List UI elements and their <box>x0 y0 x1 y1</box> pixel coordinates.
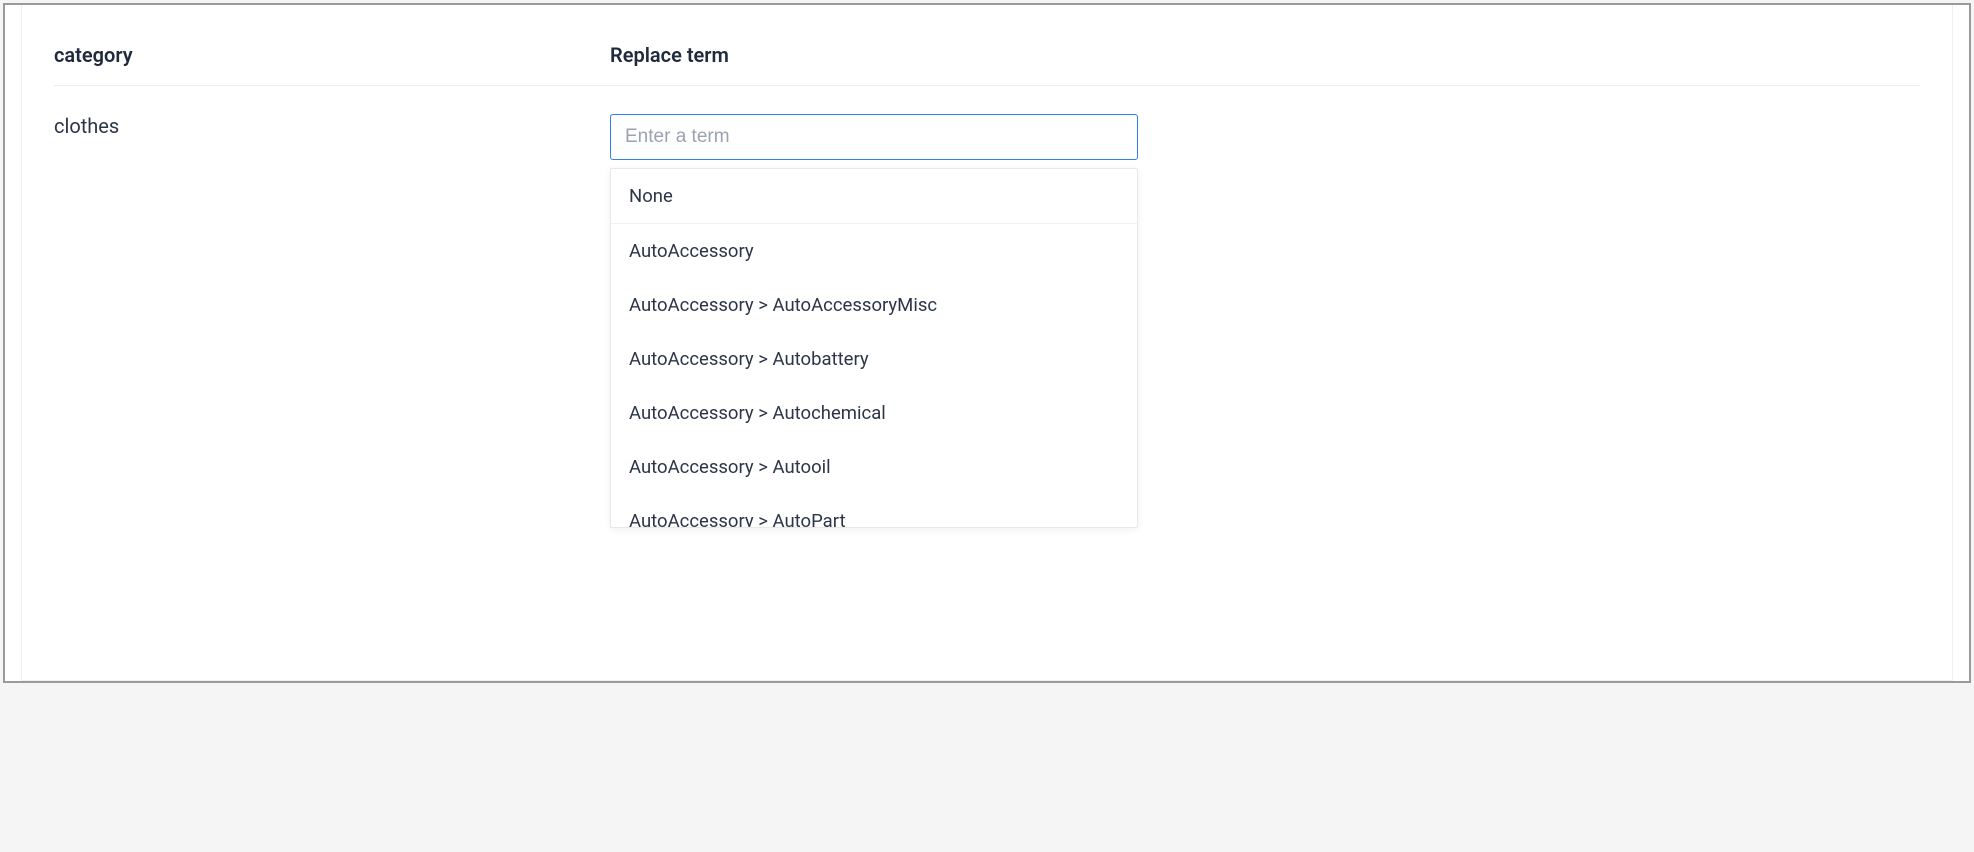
table-row: clothes None AutoAccessory AutoAccessory… <box>54 86 1920 160</box>
content-area: category Replace term clothes None <box>22 19 1952 160</box>
dropdown-option[interactable]: AutoAccessory > Autooil <box>611 440 1137 494</box>
table-header-row: category Replace term <box>54 19 1920 86</box>
dropdown-option[interactable]: AutoAccessory > Autochemical <box>611 386 1137 440</box>
dropdown-option[interactable]: AutoAccessory > Autobattery <box>611 332 1137 386</box>
replace-term-header: Replace term <box>610 43 729 67</box>
term-dropdown: None AutoAccessory AutoAccessory > AutoA… <box>610 168 1138 528</box>
term-dropdown-scroll[interactable]: None AutoAccessory AutoAccessory > AutoA… <box>611 169 1137 528</box>
dropdown-option[interactable]: AutoAccessory > AutoAccessoryMisc <box>611 278 1137 332</box>
dropdown-option[interactable]: AutoAccessory > AutoPart <box>611 494 1137 528</box>
dropdown-option-none[interactable]: None <box>611 169 1137 224</box>
term-value: clothes <box>54 106 119 138</box>
outer-frame: category Replace term clothes None <box>3 3 1971 683</box>
dropdown-option[interactable]: AutoAccessory <box>611 224 1137 278</box>
replace-term-combobox: None AutoAccessory AutoAccessory > AutoA… <box>610 114 1138 160</box>
replace-term-input[interactable] <box>610 114 1138 160</box>
category-header: category <box>54 43 133 67</box>
panel: category Replace term clothes None <box>21 5 1953 681</box>
